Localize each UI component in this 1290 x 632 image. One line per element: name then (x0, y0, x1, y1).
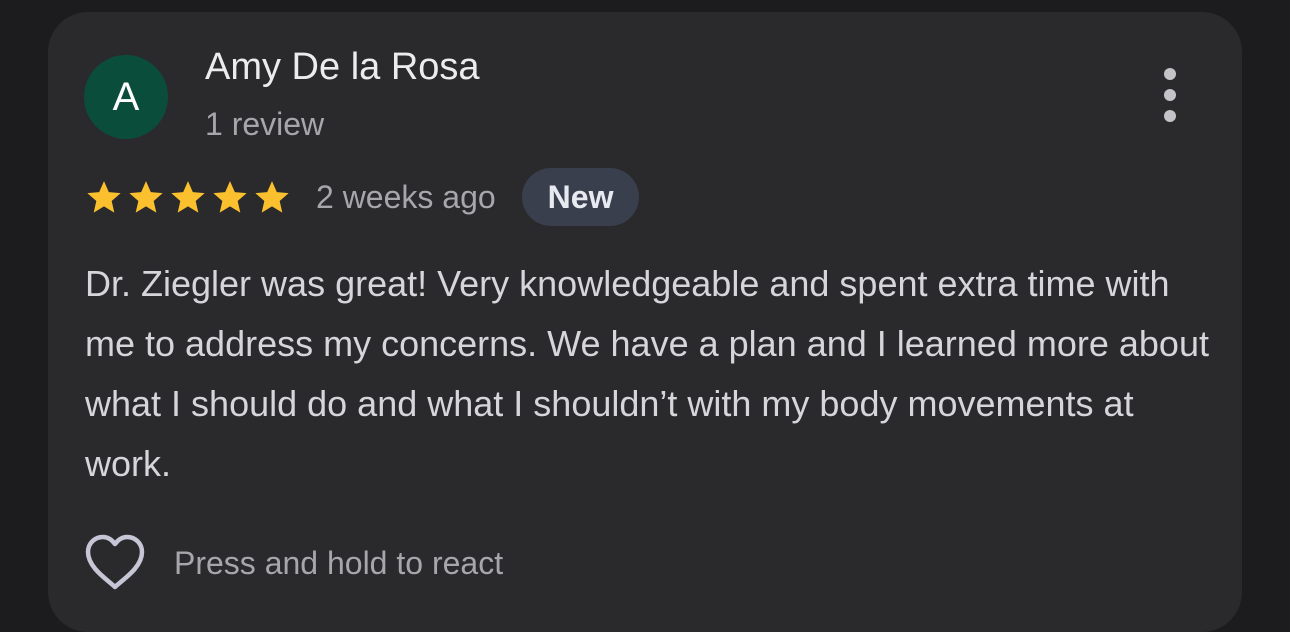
new-badge: New (521, 168, 640, 226)
more-options-button[interactable] (1150, 66, 1190, 124)
review-text: Dr. Ziegler was great! Very knowledgeabl… (85, 263, 1209, 484)
more-vert-icon-dot (1164, 110, 1176, 122)
star-icon (87, 181, 121, 213)
star-icon (213, 181, 247, 213)
review-timestamp: 2 weeks ago (316, 178, 496, 215)
review-count: 1 review (205, 106, 325, 142)
star-icon (255, 181, 289, 213)
star-icon (129, 181, 163, 213)
more-vert-icon (1164, 68, 1176, 80)
author-name[interactable]: Amy De la Rosa (205, 46, 480, 89)
more-vert-icon-dot (1164, 89, 1176, 101)
heart-outline-icon (85, 534, 145, 590)
avatar[interactable]: A (84, 55, 168, 139)
rating-row: 2 weeks ago New (84, 168, 640, 226)
react-button[interactable]: Press and hold to react (84, 532, 503, 594)
react-label: Press and hold to react (174, 544, 504, 581)
star-icon (171, 181, 205, 213)
star-rating (84, 177, 292, 217)
